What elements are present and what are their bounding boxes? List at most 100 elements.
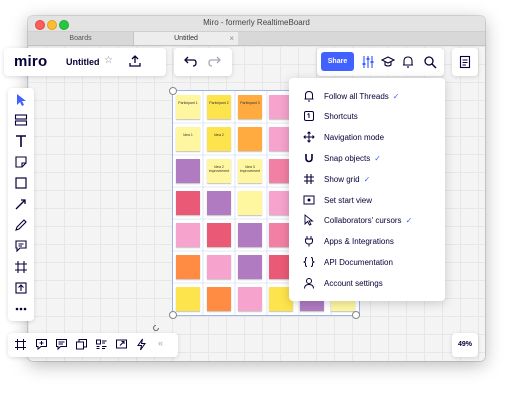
search-icon[interactable] (423, 55, 437, 69)
notifications-bell-icon[interactable] (401, 55, 415, 69)
menu-item-snap-objects[interactable]: Snap objects ✓ (289, 149, 445, 169)
sticky-note[interactable] (238, 255, 262, 279)
miro-logo[interactable]: miro (14, 53, 47, 70)
tab-boards[interactable]: Boards (28, 32, 134, 45)
board-document-panel (452, 48, 478, 76)
menu-item-collaborators-cursors[interactable]: Collaborators' cursors ✓ (289, 211, 445, 231)
resize-handle[interactable] (169, 311, 177, 319)
grid-icon (304, 174, 314, 184)
board-header-panel: miro Untitled ☆ (4, 48, 166, 76)
sticky-note[interactable] (238, 191, 262, 215)
undo-icon[interactable] (183, 55, 197, 69)
frames-icon[interactable] (14, 338, 27, 351)
menu-item-label: API Documentation (324, 258, 393, 267)
collapse-toolbar-button[interactable]: « (158, 338, 163, 348)
menu-item-apps-integrations[interactable]: Apps & Integrations (289, 232, 445, 252)
sticky-note[interactable] (207, 255, 231, 279)
screen-share-icon[interactable] (115, 338, 128, 351)
sticky-note[interactable] (238, 287, 262, 311)
pen-icon[interactable] (14, 218, 28, 232)
zoom-level: 49% (457, 341, 472, 348)
zoom-control[interactable]: 49% (452, 333, 478, 357)
resize-handle[interactable] (169, 87, 177, 95)
eye-icon (303, 195, 315, 205)
sticky-text: Idea 2 improvement (208, 165, 230, 173)
user-icon (304, 278, 314, 289)
menu-item-label: Snap objects (324, 154, 371, 163)
tab-bar: Boards Untitled × (28, 32, 485, 46)
menu-item-set-start-view[interactable]: Set start view (289, 191, 445, 211)
sticky-note[interactable] (176, 287, 200, 311)
menu-item-account-settings[interactable]: Account settings (289, 274, 445, 294)
undo-redo-panel (174, 48, 232, 76)
sticky-note[interactable] (207, 287, 231, 311)
menu-item-label: Collaborators' cursors (324, 216, 402, 225)
lightning-icon[interactable] (135, 338, 148, 351)
sticky-note[interactable] (176, 159, 200, 183)
sticky-idea-1[interactable]: Idea 1 (176, 127, 200, 151)
menu-item-label: Show grid (324, 175, 360, 184)
upload-file-icon[interactable] (14, 281, 28, 295)
connection-line-icon[interactable] (14, 197, 28, 211)
sticky-idea-2[interactable]: Idea 2 (207, 127, 231, 151)
star-icon[interactable]: ☆ (104, 55, 113, 66)
checkmark-icon: ✓ (392, 92, 400, 101)
sticky-note[interactable] (176, 255, 200, 279)
sticky-note[interactable] (238, 223, 262, 247)
sticky-text: Participant 2 (209, 101, 229, 105)
share-button[interactable]: Share (321, 52, 354, 71)
sticky-text: Participant 3 (240, 101, 260, 105)
tab-close-icon[interactable]: × (229, 32, 234, 45)
sticky-note[interactable] (238, 127, 262, 151)
menu-item-api-documentation[interactable]: API Documentation (289, 253, 445, 273)
bottom-toolbar: « (8, 333, 178, 357)
menu-item-shortcuts[interactable]: Shortcuts (289, 107, 445, 127)
tab-untitled[interactable]: Untitled × (134, 32, 238, 45)
menu-item-label: Set start view (324, 196, 373, 205)
menu-item-label: Apps & Integrations (324, 237, 394, 246)
sticky-text: Idea 1 (183, 133, 193, 137)
shape-tool-icon[interactable] (14, 176, 28, 190)
select-cursor-icon[interactable] (14, 93, 28, 107)
sticky-note[interactable] (207, 223, 231, 247)
more-tools-icon[interactable] (14, 302, 28, 316)
sticky-text: Idea 3 improvement (239, 165, 261, 173)
settings-sliders-icon[interactable] (361, 55, 375, 69)
comment-icon[interactable] (14, 239, 28, 253)
templates-icon[interactable] (14, 113, 28, 127)
sticky-idea-3-improvement[interactable]: Idea 3 improvement (238, 159, 262, 183)
resize-handle[interactable] (352, 311, 360, 319)
menu-item-show-grid[interactable]: Show grid ✓ (289, 170, 445, 190)
plug-icon (305, 236, 313, 247)
rotate-handle-icon[interactable] (152, 324, 160, 332)
checkmark-icon: ✓ (363, 175, 371, 184)
document-icon[interactable] (458, 55, 472, 69)
kanban-list-icon[interactable] (95, 338, 108, 351)
learning-cap-icon[interactable] (381, 55, 395, 69)
menu-item-navigation-mode[interactable]: Navigation mode (289, 128, 445, 148)
sticky-participant-2[interactable]: Participant 2 (207, 95, 231, 119)
sticky-participant-1[interactable]: Participant 1 (176, 95, 200, 119)
menu-item-follow-threads[interactable]: Follow all Threads ✓ (289, 87, 445, 107)
menu-item-label: Shortcuts (324, 112, 358, 121)
cards-icon[interactable] (75, 338, 88, 351)
frame-tool-icon[interactable] (14, 260, 28, 274)
upload-icon[interactable] (128, 54, 142, 68)
window-title: Miro - formerly RealtimeBoard (203, 18, 310, 27)
menu-item-label: Follow all Threads (324, 92, 389, 101)
sticky-participant-3[interactable]: Participant 3 (238, 95, 262, 119)
sticky-note[interactable] (176, 223, 200, 247)
sticky-idea-2-improvement[interactable]: Idea 2 improvement (207, 159, 231, 183)
sticky-note-icon[interactable] (14, 155, 28, 169)
chat-icon[interactable] (55, 338, 68, 351)
tab-untitled-label: Untitled (174, 35, 198, 42)
sticky-text: Participant 1 (178, 101, 198, 105)
text-tool-icon[interactable] (14, 134, 28, 148)
board-name[interactable]: Untitled (66, 57, 100, 67)
shortcuts-icon (304, 111, 314, 121)
sticky-note[interactable] (176, 191, 200, 215)
menu-item-label: Account settings (324, 279, 383, 288)
comments-icon[interactable] (35, 338, 48, 351)
sticky-note[interactable] (207, 191, 231, 215)
redo-icon[interactable] (208, 55, 222, 69)
